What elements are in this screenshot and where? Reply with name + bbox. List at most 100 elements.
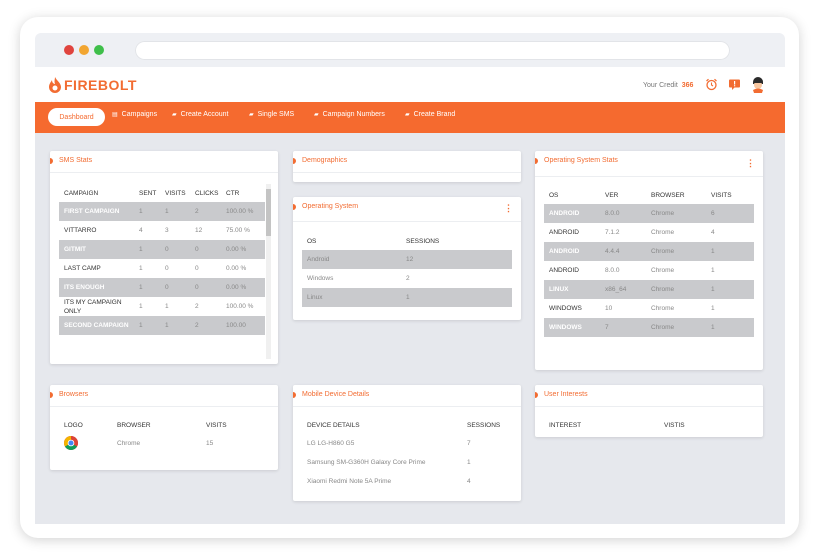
os-name: ANDROID xyxy=(549,229,579,236)
table-row[interactable]: LAST CAMP 1 0 0 0.00 % xyxy=(59,259,265,278)
mobile-device-title: Mobile Device Details xyxy=(293,391,370,398)
scrollbar[interactable] xyxy=(266,184,271,359)
table-row[interactable]: Windows 2 xyxy=(302,269,512,288)
scrollbar-thumb[interactable] xyxy=(266,189,271,236)
table-row[interactable]: ITS MY CAMPAIGN ONLY 1 1 2 100.00 % xyxy=(59,297,265,316)
table-row[interactable]: ANDROID 7.1.2 Chrome 4 xyxy=(544,223,754,242)
more-options-icon[interactable]: ⋮ xyxy=(746,159,755,168)
os-stats-table: OS VER BROWSER VISITS ANDROID 8.0.0 Chrome… xyxy=(544,186,754,337)
col-ver[interactable]: VER xyxy=(605,186,651,204)
table-row[interactable]: ITS ENOUGH 1 0 0 0.00 % xyxy=(59,278,265,297)
maximize-dot[interactable] xyxy=(94,45,104,55)
visits-count: 1 xyxy=(711,280,754,299)
sent-count: 1 xyxy=(139,240,165,259)
credit-value: 366 xyxy=(681,82,694,89)
more-options-icon[interactable]: ⋮ xyxy=(504,204,513,213)
col-visits[interactable]: VISITS xyxy=(206,416,269,434)
alarm-clock-icon[interactable] xyxy=(703,76,719,92)
visits-count: 0 xyxy=(165,240,195,259)
col-interest[interactable]: INTEREST xyxy=(544,416,664,434)
os-name: ANDROID xyxy=(544,204,605,223)
visits-count: 0 xyxy=(165,265,169,272)
os-name: ANDROID xyxy=(549,267,579,274)
device-name: Xiaomi Redmi Note 5A Prime xyxy=(307,478,392,485)
campaign-name: ITS ENOUGH xyxy=(59,278,139,297)
col-campaign[interactable]: CAMPAIGN xyxy=(59,184,139,202)
sessions-count: 1 xyxy=(467,459,471,466)
nav-create-brand[interactable]: ▰ Create Brand xyxy=(405,111,455,118)
device-name: Samsung SM-G360H Galaxy Core Prime xyxy=(307,459,426,466)
col-clicks[interactable]: CLICKS xyxy=(195,184,226,202)
visits-count: 1 xyxy=(711,305,715,312)
col-sessions[interactable]: SESSIONS xyxy=(406,232,512,250)
close-dot[interactable] xyxy=(64,45,74,55)
clicks-count: 2 xyxy=(195,202,226,221)
table-row[interactable]: GITMIT 1 0 0 0.00 % xyxy=(59,240,265,259)
nav-campaigns-label: Campaigns xyxy=(121,111,158,118)
table-row[interactable]: Xiaomi Redmi Note 5A Prime 4 xyxy=(302,472,512,491)
table-row[interactable]: FIRST CAMPAIGN 1 1 2 100.00 % xyxy=(59,202,265,221)
os-version: 8.0.0 xyxy=(605,204,651,223)
nav-campaigns[interactable]: ▤ Campaigns xyxy=(112,111,157,118)
mobile-device-card: Mobile Device Details DEVICE DETAILS SES… xyxy=(293,385,521,501)
col-device-details[interactable]: DEVICE DETAILS xyxy=(302,416,467,434)
table-row[interactable]: ANDROID 8.0.0 Chrome 6 xyxy=(544,204,754,223)
user-avatar-icon[interactable] xyxy=(749,74,767,94)
device-name: LG LG-H860 G5 xyxy=(307,440,355,447)
table-row[interactable]: ANDROID 8.0.0 Chrome 1 xyxy=(544,261,754,280)
table-row[interactable]: Chrome 15 xyxy=(59,434,269,453)
col-browser[interactable]: BROWSER xyxy=(651,186,711,204)
address-bar[interactable] xyxy=(135,41,730,60)
browser-name: Chrome xyxy=(651,229,675,236)
col-visits[interactable]: VISITS xyxy=(711,186,754,204)
table-row[interactable]: LINUX x86_64 Chrome 1 xyxy=(544,280,754,299)
campaign-name: FIRST CAMPAIGN xyxy=(59,202,139,221)
campaign-name: GITMIT xyxy=(59,240,139,259)
table-row[interactable]: WINDOWS 10 Chrome 1 xyxy=(544,299,754,318)
table-row[interactable]: ANDROID 4.4.4 Chrome 1 xyxy=(544,242,754,261)
col-ctr[interactable]: CTR xyxy=(226,184,265,202)
col-browser[interactable]: BROWSER xyxy=(117,416,206,434)
operating-system-card: Operating System ⋮ OS SESSIONS Android 12… xyxy=(293,197,521,320)
operating-system-title: Operating System xyxy=(293,203,359,210)
visits-count: 1 xyxy=(711,242,754,261)
table-header-row: DEVICE DETAILS SESSIONS xyxy=(302,416,512,434)
table-row[interactable]: LG LG-H860 G5 7 xyxy=(302,434,512,453)
campaign-name: SECOND CAMPAIGN xyxy=(59,316,139,335)
sms-stats-scroll-area[interactable]: CAMPAIGN SENT VISITS CLICKS CTR FIRST CA… xyxy=(59,184,265,360)
table-row[interactable]: WINDOWS 7 Chrome 1 xyxy=(544,318,754,337)
col-logo[interactable]: LOGO xyxy=(59,416,117,434)
top-header: FIREBOLT Your Credit 366 xyxy=(35,67,785,102)
col-sent[interactable]: SENT xyxy=(139,184,165,202)
col-os[interactable]: OS xyxy=(302,232,406,250)
chrome-logo-cell xyxy=(59,434,117,453)
sms-stats-title: SMS Stats xyxy=(50,157,93,164)
minimize-dot[interactable] xyxy=(79,45,89,55)
chrome-logo-icon xyxy=(64,435,78,450)
table-row[interactable]: Linux 1 xyxy=(302,288,512,307)
nav-create-account[interactable]: ▰ Create Account xyxy=(172,111,229,118)
table-row[interactable]: Samsung SM-G360H Galaxy Core Prime 1 xyxy=(302,453,512,472)
browser-visits: 15 xyxy=(206,440,214,447)
nav-single-sms[interactable]: ▰ Single SMS xyxy=(249,111,294,118)
table-row[interactable]: SECOND CAMPAIGN 1 1 2 100.00 xyxy=(59,316,265,335)
firebolt-logo[interactable]: FIREBOLT xyxy=(48,75,137,95)
table-row[interactable]: VITTARRO 4 3 12 75.00 % xyxy=(59,221,265,240)
table-row[interactable]: Android 12 xyxy=(302,250,512,269)
message-icon[interactable] xyxy=(726,76,742,92)
col-os[interactable]: OS xyxy=(544,186,605,204)
browser-name: Chrome xyxy=(651,242,711,261)
col-sessions[interactable]: SESSIONS xyxy=(467,416,512,434)
card-divider xyxy=(535,406,763,407)
sent-count: 1 xyxy=(139,303,143,310)
col-visits[interactable]: VISITS xyxy=(165,184,195,202)
ctr-value: 0.00 % xyxy=(226,240,265,259)
nav-campaign-numbers[interactable]: ▰ Campaign Numbers xyxy=(314,111,385,118)
col-vistis[interactable]: VISTIS xyxy=(664,416,754,434)
nav-single-sms-label: Single SMS xyxy=(257,111,295,118)
nav-create-account-label: Create Account xyxy=(180,111,229,118)
nav-dashboard[interactable]: Dashboard xyxy=(48,108,105,126)
flame-icon xyxy=(49,77,61,93)
os-stats-card: Operating System Stats ⋮ OS VER BROWSER … xyxy=(535,151,763,370)
table-header-row: INTEREST VISTIS xyxy=(544,416,754,434)
